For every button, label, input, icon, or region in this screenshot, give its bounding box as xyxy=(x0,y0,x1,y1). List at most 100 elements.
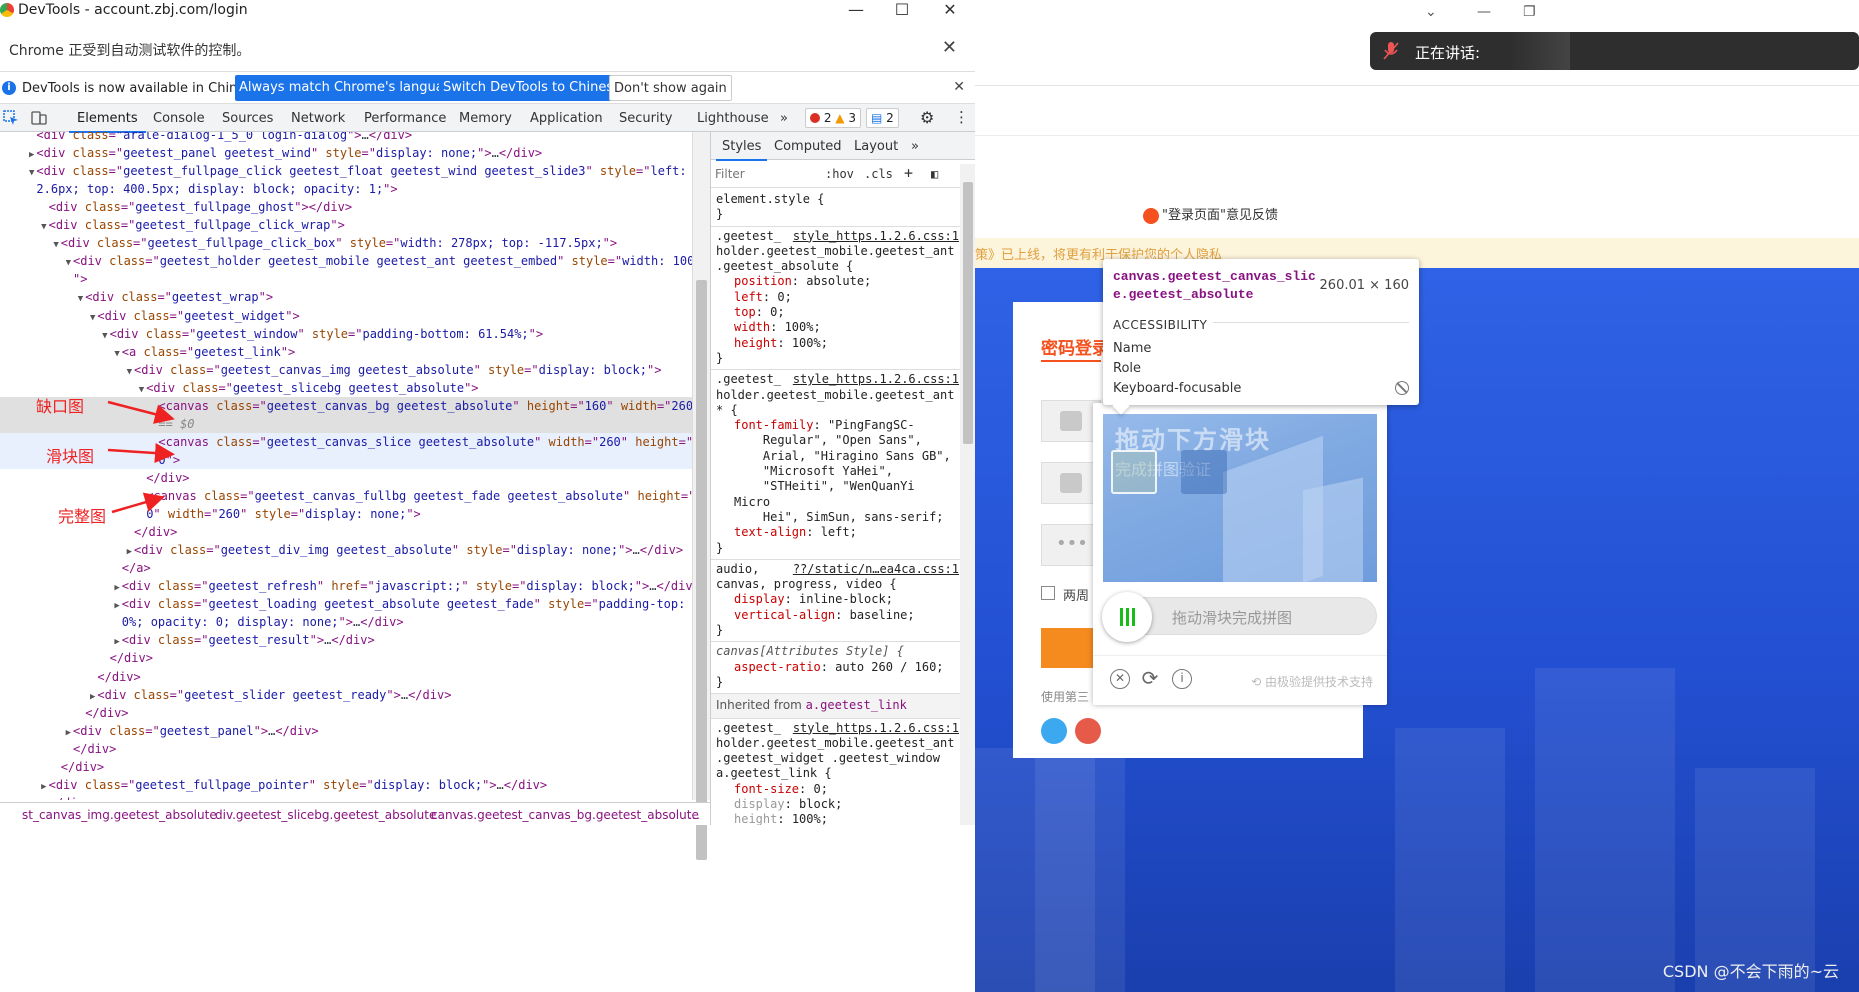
dom-node-line[interactable]: </div> xyxy=(0,758,692,776)
dom-node-line[interactable]: 0%; opacity: 0; display: none;">…</div> xyxy=(0,613,692,631)
qq-login-icon[interactable] xyxy=(1041,718,1067,744)
expand-toggle-icon[interactable]: ▼ xyxy=(53,240,58,250)
weibo-login-icon[interactable] xyxy=(1075,718,1101,744)
refresh-icon[interactable]: ⟳ xyxy=(1140,668,1160,689)
rule-source-link[interactable]: style_https.1.2.6.css:1 xyxy=(792,720,959,736)
dom-node-line[interactable]: <div class="arale-dialog-1_5_0 login-dia… xyxy=(0,132,692,144)
css-property[interactable]: aspect-ratio: auto 260 / 160; xyxy=(716,660,957,675)
dont-show-again-button[interactable]: Don't show again xyxy=(609,75,732,101)
expand-toggle-icon[interactable]: ▼ xyxy=(139,385,144,395)
breadcrumb-overflow[interactable]: … xyxy=(688,808,700,822)
dom-node-line[interactable]: </div> xyxy=(0,740,692,758)
kebab-menu-icon[interactable]: ⋮ xyxy=(954,108,969,126)
rule-source-link[interactable]: style_https.1.2.6.css:1 xyxy=(792,372,959,388)
expand-toggle-icon[interactable]: ▶ xyxy=(127,547,132,557)
expand-toggle-icon[interactable]: ▼ xyxy=(127,367,132,377)
dom-node-line[interactable]: == $0 xyxy=(0,414,692,433)
dom-node-line[interactable]: ▼ <div class="geetest_fullpage_click geet… xyxy=(0,162,692,180)
dom-node-line[interactable]: ▶ <div class="geetest_div_img geetest_abs… xyxy=(0,541,692,559)
close-icon[interactable]: ✕ xyxy=(942,37,957,58)
css-property[interactable]: left: 0; xyxy=(716,290,957,305)
toggle-sidebar-icon[interactable]: ◧ xyxy=(931,167,938,181)
dom-node-line[interactable]: ▶ <div class="geetest_refresh" href="java… xyxy=(0,577,692,595)
css-property[interactable]: font-size: 0; xyxy=(716,782,957,797)
device-toolbar-icon[interactable] xyxy=(31,110,47,126)
dom-node-line[interactable]: ▶ <div class="geetest_fullpage_pointer" s… xyxy=(0,776,692,794)
css-property[interactable]: vertical-align: baseline; xyxy=(716,608,957,623)
dom-node-line[interactable]: <div class="geetest_fullpage_ghost"></di… xyxy=(0,198,692,216)
tab-performance[interactable]: Performance xyxy=(364,111,446,126)
tab-network[interactable]: Network xyxy=(291,111,345,126)
inspect-element-icon[interactable] xyxy=(3,110,19,126)
tab-styles[interactable]: Styles xyxy=(715,139,768,161)
dom-node-line[interactable]: </div> xyxy=(0,668,692,686)
dom-node-line[interactable]: </div> xyxy=(0,794,692,800)
expand-toggle-icon[interactable]: ▶ xyxy=(29,150,34,160)
password-field[interactable] xyxy=(1041,462,1101,504)
css-property[interactable]: display: inline-block; xyxy=(716,592,957,607)
tab-sources[interactable]: Sources xyxy=(222,111,273,126)
maximize-icon[interactable]: ☐ xyxy=(892,0,912,19)
slider-handle[interactable] xyxy=(1102,592,1152,642)
dom-node-line[interactable]: ▼ <div class="geetest_wrap"> xyxy=(0,288,692,306)
dom-node-line[interactable]: ▼ <div class="geetest_window" style="padd… xyxy=(0,325,692,343)
style-rule[interactable]: element.style {} xyxy=(711,190,961,227)
expand-toggle-icon[interactable]: ▼ xyxy=(29,168,34,178)
issues-counter[interactable]: 2 ▲ 3 xyxy=(805,108,861,128)
styles-scrollbar[interactable] xyxy=(960,164,975,825)
expand-toggle-icon[interactable]: ▶ xyxy=(66,728,71,738)
more-tabs-button[interactable]: » xyxy=(780,111,788,126)
dom-node-line[interactable]: 2.6px; top: 400.5px; display: block; opa… xyxy=(0,180,692,198)
style-rule[interactable]: canvas[Attributes Style] {aspect-ratio: … xyxy=(711,642,961,695)
messages-counter[interactable]: ▤ 2 xyxy=(866,108,899,128)
expand-toggle-icon[interactable]: ▶ xyxy=(114,583,119,593)
dom-node-line[interactable]: ▼ <div class="geetest_widget"> xyxy=(0,307,692,325)
dom-node-line[interactable]: ▶ <div class="geetest_panel">…</div> xyxy=(0,722,692,740)
css-property[interactable]: top: 0; xyxy=(716,305,957,320)
dom-node-line[interactable]: "> xyxy=(0,270,692,288)
css-property[interactable]: position: absolute; xyxy=(716,274,957,289)
captcha-slider-track[interactable]: 拖动滑块完成拼图 xyxy=(1102,592,1377,642)
dom-node-line[interactable]: <canvas class="geetest_canvas_slice geet… xyxy=(0,432,692,451)
minimize-icon[interactable]: — xyxy=(1477,4,1491,20)
elements-scrollbar[interactable] xyxy=(692,132,710,860)
css-property[interactable]: width: 100%; xyxy=(716,320,957,335)
dom-node-line[interactable]: ▼ <div class="geetest_holder geetest_mobi… xyxy=(0,252,692,270)
class-toggle[interactable]: .cls xyxy=(864,167,893,181)
dom-node-line[interactable]: </div> xyxy=(0,704,692,722)
breadcrumb-item[interactable]: canvas.geetest_canvas_bg.geetest_absolut… xyxy=(431,808,699,822)
expand-toggle-icon[interactable]: ▼ xyxy=(66,258,71,268)
feedback-link[interactable]: "登录页面"意见反馈 xyxy=(1143,204,1278,224)
scrollbar-thumb[interactable] xyxy=(963,182,973,444)
dom-node-line[interactable]: ▼ <div class="geetest_canvas_img geetest_… xyxy=(0,361,692,379)
dom-node-line[interactable]: 0"> xyxy=(0,450,692,469)
close-icon[interactable]: ✕ xyxy=(1110,669,1130,689)
login-tab-password[interactable]: 密码登录 xyxy=(1041,334,1109,359)
restore-icon[interactable]: ❐ xyxy=(1523,4,1536,20)
style-rule[interactable]: .geetest_ holder.geetest_mobile.geetest_… xyxy=(711,227,961,371)
css-property[interactable]: text-align: left; xyxy=(716,525,957,540)
style-rule[interactable]: .geetest_ holder.geetest_mobile.geetest_… xyxy=(711,370,961,560)
minimize-icon[interactable]: — xyxy=(846,0,866,19)
expand-toggle-icon[interactable]: ▶ xyxy=(114,601,119,611)
tab-lighthouse[interactable]: Lighthouse xyxy=(697,111,769,126)
geetest-credit[interactable]: ⟲ 由极验提供技术支持 xyxy=(1251,673,1373,690)
inherited-from-link[interactable]: a.geetest_link xyxy=(806,698,907,712)
dom-node-line[interactable]: ▼ <div class="geetest_fullpage_click_wrap… xyxy=(0,216,692,234)
tab-memory[interactable]: Memory xyxy=(459,111,512,126)
expand-toggle-icon[interactable]: ▼ xyxy=(114,349,119,359)
css-property[interactable]: display: block; xyxy=(716,797,957,812)
hover-state-toggle[interactable]: :hov xyxy=(825,167,854,181)
match-language-button[interactable]: Always match Chrome's language xyxy=(235,75,464,101)
chevron-down-icon[interactable]: ⌄ xyxy=(1425,4,1437,20)
css-property[interactable]: font-family: "PingFangSC- Regular", "Ope… xyxy=(716,418,957,525)
dom-node-line[interactable]: ▼ <div class="geetest_fullpage_click_box"… xyxy=(0,234,692,252)
breadcrumb-item[interactable]: div.geetest_slicebg.geetest_absolute xyxy=(215,808,436,822)
tab-layout[interactable]: Layout xyxy=(854,139,898,154)
dom-node-line[interactable]: ▶ <div class="geetest_loading geetest_abs… xyxy=(0,595,692,613)
dom-node-line[interactable]: ▶ <div class="geetest_slider geetest_read… xyxy=(0,686,692,704)
tab-elements[interactable]: Elements xyxy=(69,111,146,133)
info-icon[interactable]: i xyxy=(1172,669,1192,689)
dom-node-line[interactable]: </div> xyxy=(0,649,692,667)
close-icon[interactable]: ✕ xyxy=(940,0,960,19)
